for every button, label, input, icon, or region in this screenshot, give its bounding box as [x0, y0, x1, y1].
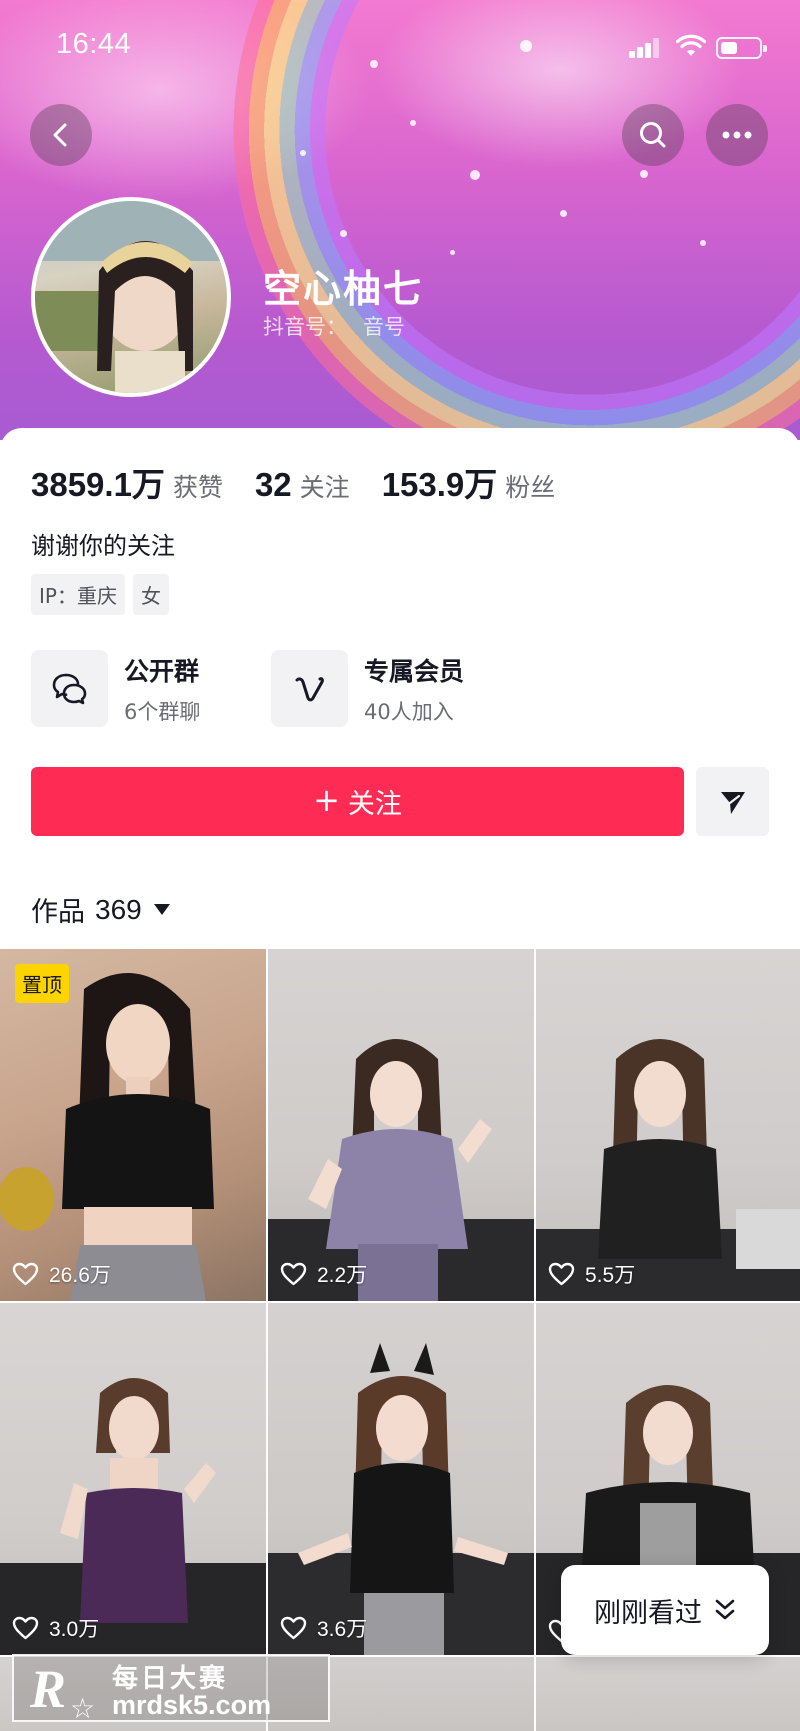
- video-tile[interactable]: 3.6万: [268, 1303, 534, 1655]
- video-tile[interactable]: [536, 1657, 800, 1731]
- douyin-id-label: 抖音号：: [263, 315, 347, 339]
- follow-button[interactable]: + 关注: [31, 767, 684, 836]
- sparkle: [450, 250, 455, 255]
- vip-membership-entry[interactable]: 专属会员 40人加入: [271, 650, 511, 727]
- pinned-badge: 置顶: [15, 964, 69, 1003]
- cellular-signal-icon: [629, 38, 661, 58]
- sparkle: [640, 170, 648, 178]
- heart-icon: [12, 1262, 39, 1286]
- plus-icon: +: [313, 781, 340, 819]
- profile-stats: 3859.1万 获赞 32 关注 153.9万 粉丝: [31, 458, 587, 506]
- video-likes: 3.6万: [280, 1613, 367, 1643]
- double-chevron-down-icon: [715, 1599, 735, 1620]
- sparkle: [470, 170, 480, 180]
- recently-viewed-button[interactable]: 刚刚看过: [561, 1565, 769, 1655]
- stat-likes[interactable]: 3859.1万 获赞: [31, 458, 223, 506]
- profile-tags: IP：重庆 女: [31, 574, 177, 615]
- sparkle: [700, 240, 706, 246]
- feature-title: 公开群: [124, 656, 200, 686]
- public-group-entry[interactable]: 公开群 6个群聊: [31, 650, 271, 727]
- video-likes: 26.6万: [12, 1259, 111, 1289]
- stat-following[interactable]: 32 关注: [255, 466, 350, 504]
- share-button[interactable]: [696, 767, 769, 836]
- sparkle: [300, 150, 306, 156]
- stat-followers[interactable]: 153.9万 粉丝: [382, 458, 556, 506]
- more-button[interactable]: [706, 104, 768, 166]
- profile-banner: 16:44 空心柚七 抖音号： 音号: [0, 0, 800, 440]
- likes-count: 3.0万: [49, 1618, 100, 1641]
- video-thumbnail: [0, 1378, 266, 1655]
- video-thumbnail: [268, 1343, 534, 1655]
- likes-count: 2.2万: [317, 1264, 368, 1287]
- douyin-id-value: 音号: [363, 315, 405, 339]
- video-thumbnail: [536, 1039, 800, 1301]
- send-icon: [720, 791, 745, 814]
- avatar-photo: [35, 201, 227, 393]
- status-time: 16:44: [56, 28, 132, 60]
- avatar[interactable]: [31, 197, 231, 397]
- recently-viewed-label: 刚刚看过: [594, 1597, 702, 1629]
- heart-icon: [548, 1262, 575, 1286]
- follow-label: 关注: [347, 789, 402, 820]
- ip-location-tag: IP：重庆: [31, 574, 125, 615]
- likes-count: 5.5万: [585, 1264, 636, 1287]
- works-count: 369: [95, 893, 142, 925]
- group-chat-icon: [31, 650, 108, 727]
- star-icon: ☆: [70, 1692, 96, 1725]
- gender-tag: 女: [132, 574, 169, 615]
- stat-label: 关注: [299, 473, 350, 502]
- watermark: R ☆ 每日大赛 mrdsk5.com: [12, 1654, 330, 1725]
- wifi-icon: [676, 34, 706, 56]
- caret-down-icon: [153, 904, 170, 915]
- stat-value: 3859.1万: [31, 466, 165, 503]
- watermark-url: mrdsk5.com: [112, 1690, 272, 1720]
- feature-subtitle: 6个群聊: [124, 699, 201, 724]
- vip-v-icon: [271, 650, 348, 727]
- video-tile[interactable]: 置顶 26.6万: [0, 949, 266, 1301]
- video-likes: 3.0万: [12, 1613, 99, 1643]
- heart-icon: [280, 1616, 307, 1640]
- stat-value: 153.9万: [381, 466, 498, 503]
- feature-subtitle: 40人加入: [364, 699, 454, 724]
- video-likes: 5.5万: [548, 1259, 635, 1289]
- sparkle: [340, 230, 347, 237]
- feature-title: 专属会员: [364, 656, 465, 686]
- search-button[interactable]: [622, 104, 684, 166]
- chevron-left-icon: [53, 123, 67, 147]
- stat-label: 获赞: [172, 473, 223, 502]
- video-likes: 2.2万: [280, 1259, 367, 1289]
- search-icon: [640, 122, 666, 148]
- sparkle: [410, 120, 416, 126]
- likes-count: 3.6万: [317, 1618, 368, 1641]
- video-thumbnail: [268, 1039, 534, 1301]
- more-horizontal-icon: [722, 131, 752, 139]
- works-label: 作品: [31, 897, 85, 928]
- heart-icon: [12, 1616, 39, 1640]
- sparkle: [560, 210, 567, 217]
- works-tab[interactable]: 作品 369: [31, 890, 170, 929]
- profile-card: 3859.1万 获赞 32 关注 153.9万 粉丝 谢谢你的关注 IP：重庆 …: [0, 428, 800, 948]
- stat-value: 32: [254, 466, 292, 503]
- video-tile[interactable]: 5.5万: [536, 949, 800, 1301]
- heart-icon: [280, 1262, 307, 1286]
- watermark-logo: R: [30, 1659, 67, 1719]
- username: 空心柚七: [263, 267, 424, 311]
- profile-features: 公开群 6个群聊 专属会员 40人加入: [31, 650, 511, 727]
- status-bar: 16:44: [0, 0, 800, 90]
- likes-count: 26.6万: [49, 1264, 111, 1287]
- battery-icon: [716, 37, 767, 59]
- video-tile[interactable]: 2.2万: [268, 949, 534, 1301]
- stat-label: 粉丝: [505, 473, 556, 502]
- profile-bio: 谢谢你的关注: [31, 532, 175, 560]
- back-button[interactable]: [30, 104, 92, 166]
- douyin-id: 抖音号： 音号: [263, 311, 405, 341]
- video-tile[interactable]: 3.0万: [0, 1303, 266, 1655]
